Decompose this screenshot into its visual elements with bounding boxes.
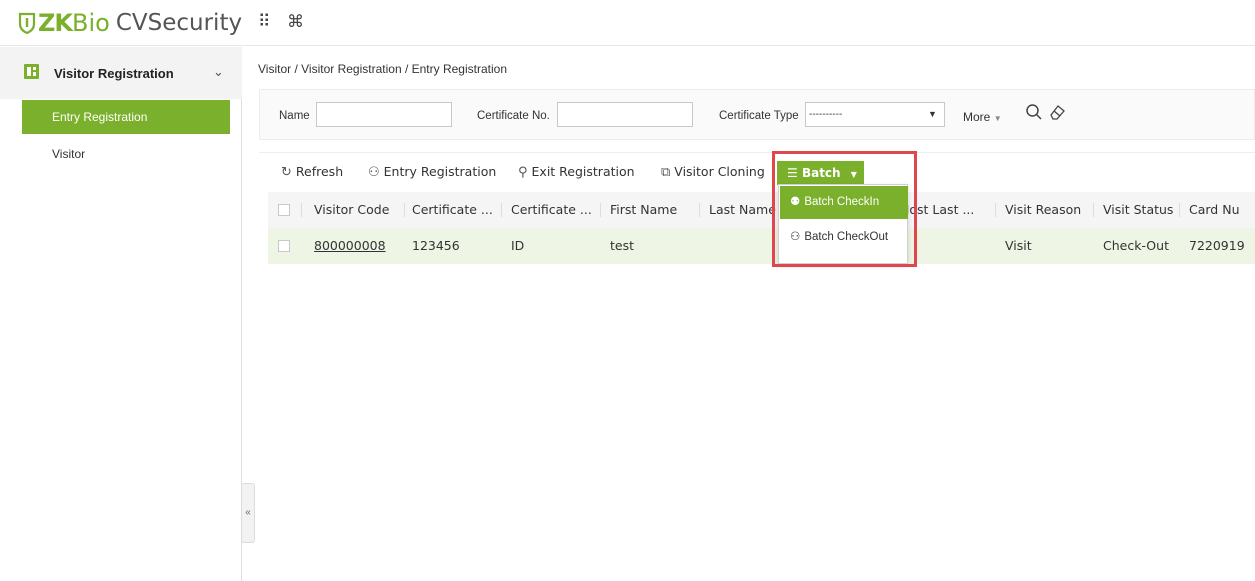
column-divider [1093,203,1094,217]
column-divider [501,203,502,217]
select-all-checkbox[interactable] [278,204,290,216]
entry-registration-label: Entry Registration [383,164,497,179]
shield-logo-icon [18,12,36,34]
cell-first-name: test [610,238,635,253]
row-checkbox[interactable] [278,240,290,252]
table-header: Visitor Code Certificate ... Certificate… [268,192,1255,228]
column-divider [600,203,601,217]
command-icon[interactable]: ⌘ [287,13,304,31]
eraser-icon[interactable] [1048,102,1068,122]
sidebar: Visitor Registration ⌄ Entry Registratio… [0,47,242,581]
logo-bio-text: Bio [72,9,110,37]
visitor-module-icon [24,64,39,79]
more-label: More [963,110,991,124]
column-divider [1179,203,1180,217]
sidebar-collapse-handle[interactable]: « [241,483,255,543]
visitor-code-link[interactable]: 800000008 [314,228,386,264]
chevron-down-icon: ⌄ [213,64,224,79]
refresh-label: Refresh [295,164,344,179]
name-label: Name [279,110,310,122]
sidebar-item-entry-registration[interactable]: Entry Registration [22,100,230,134]
column-visit-status[interactable]: Visit Status [1103,192,1185,228]
cell-visit-reason: Visit [1005,238,1032,253]
cell-visit-status: Check-Out [1103,238,1169,253]
breadcrumb: Visitor / Visitor Registration / Entry R… [258,62,507,76]
highlight-annotation-box [772,151,917,267]
cell-certificate-no: 123456 [412,238,460,253]
dropdown-arrow-icon: ▼ [928,109,937,119]
module-header-visitor-registration[interactable]: Visitor Registration ⌄ [0,47,242,99]
clone-icon: ⧉ [661,165,671,180]
exit-registration-button[interactable]: ⚲ Exit Registration [518,164,635,180]
column-visit-reason[interactable]: Visit Reason [1005,192,1091,228]
column-card-no[interactable]: Card Nu [1189,192,1255,228]
certificate-no-label: Certificate No. [477,110,550,122]
exit-registration-label: Exit Registration [531,164,635,179]
more-filters-button[interactable]: More ▼ [963,110,1002,124]
module-title: Visitor Registration [54,66,174,81]
user-add-icon: ⚇ [368,165,380,180]
toolbar: ↻ Refresh ⚇ Entry Registration ⚲ Exit Regis… [259,152,1255,190]
certificate-type-label: Certificate Type [719,110,799,122]
column-divider [301,203,302,217]
main-content: Visitor / Visitor Registration / Entry R… [255,47,1255,581]
cell-card-no: 7220919 [1189,238,1245,253]
column-divider [995,203,996,217]
visitor-cloning-button[interactable]: ⧉ Visitor Cloning [661,164,765,180]
logo-product-text: CVSecurity [115,10,243,36]
search-icon[interactable] [1024,102,1044,122]
name-input[interactable] [316,102,452,127]
column-divider [699,203,700,217]
search-panel: Name Certificate No. Certificate Type --… [259,89,1255,140]
column-certificate-no[interactable]: Certificate ... [412,192,498,228]
certificate-no-input[interactable] [557,102,693,127]
column-certificate-type[interactable]: Certificate ... [511,192,597,228]
logo-zk-text: ZK [38,9,73,37]
caret-down-icon: ▼ [993,114,1002,123]
column-divider [404,203,405,217]
top-bar: ZK Bio CVSecurity ⠿ ⌘ [0,0,1255,46]
column-visitor-code[interactable]: Visitor Code [314,192,402,228]
grid-icon[interactable]: ⠿ [258,13,270,31]
entry-registration-button[interactable]: ⚇ Entry Registration [368,164,496,180]
cell-certificate-type: ID [511,238,525,253]
visitor-cloning-label: Visitor Cloning [674,164,765,179]
refresh-icon: ↻ [281,165,292,180]
certificate-type-select[interactable]: ---------- ▼ [805,102,945,127]
certificate-type-value: ---------- [809,109,843,120]
column-first-name[interactable]: First Name [610,192,696,228]
sidebar-item-visitor[interactable]: Visitor [22,142,230,166]
refresh-button[interactable]: ↻ Refresh [281,164,343,180]
table-row[interactable]: 800000008 123456 ID test Visit Check-Out… [268,228,1255,264]
user-exit-icon: ⚲ [518,165,528,180]
app-logo[interactable]: ZK Bio CVSecurity [18,8,242,38]
